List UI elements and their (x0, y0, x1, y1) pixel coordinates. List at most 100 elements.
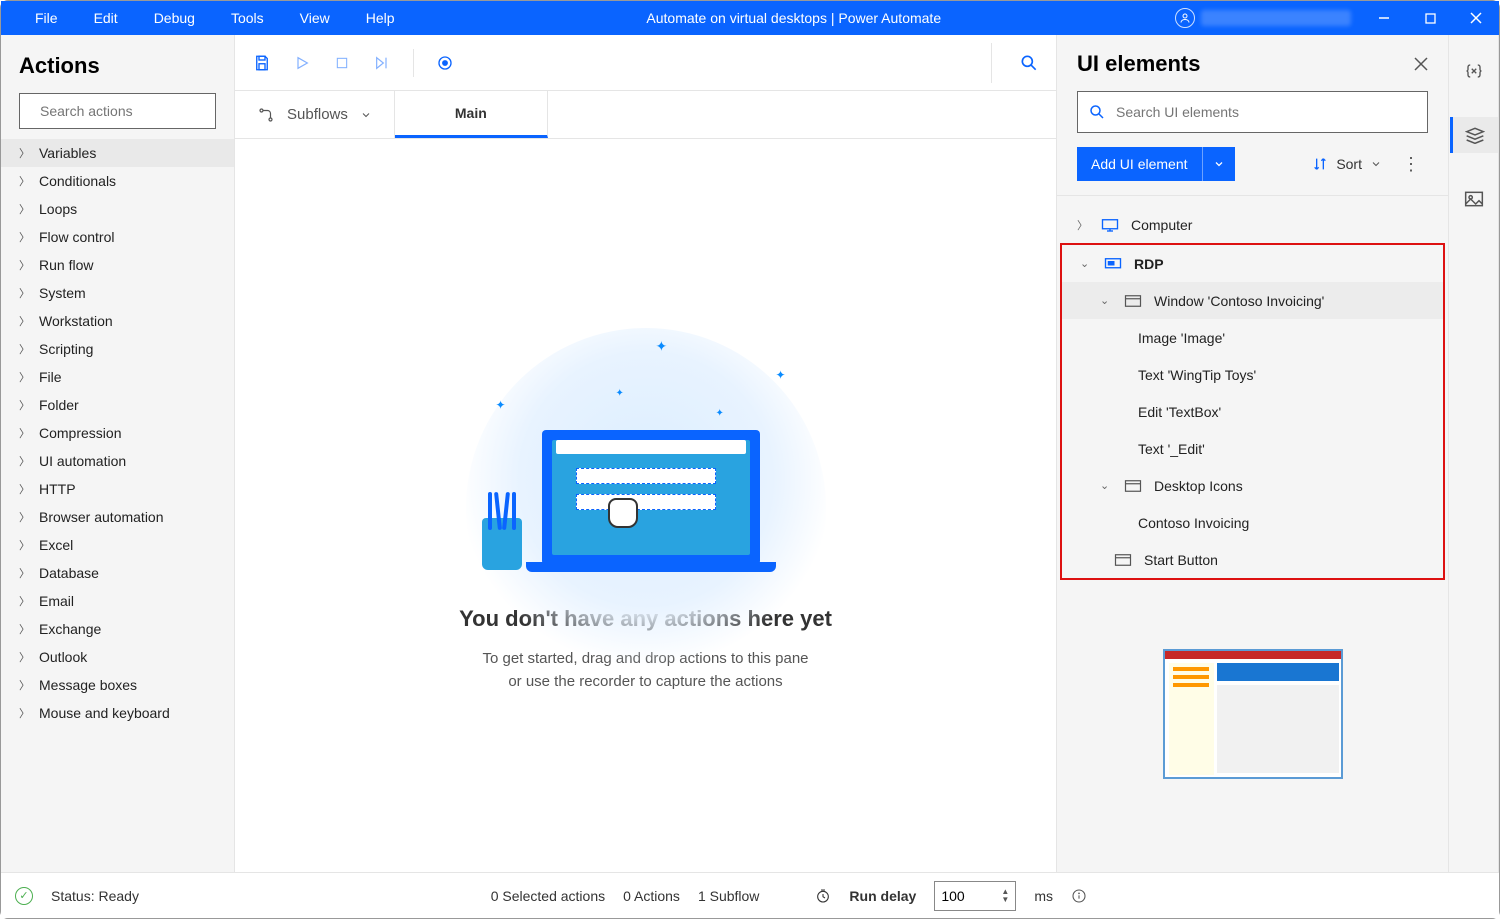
tree-label: Start Button (1144, 552, 1218, 568)
info-icon[interactable] (1071, 888, 1087, 904)
window-icon (1124, 294, 1142, 308)
menu-file[interactable]: File (17, 2, 76, 34)
user-block[interactable] (1175, 8, 1361, 28)
cat-conditionals[interactable]: 〉Conditionals (1, 167, 234, 195)
run-button[interactable] (287, 48, 317, 78)
menu-help[interactable]: Help (348, 2, 413, 34)
cat-label: Excel (39, 537, 73, 553)
tree-label: Desktop Icons (1154, 478, 1243, 494)
spinner[interactable]: ▲▼ (1001, 888, 1009, 904)
designer-area: Subflows Main ✦ ✦ ✦ ✦ ✦ You don't ha (235, 35, 1057, 872)
cat-message-boxes[interactable]: 〉Message boxes (1, 671, 234, 699)
cat-folder[interactable]: 〉Folder (1, 391, 234, 419)
cat-system[interactable]: 〉System (1, 279, 234, 307)
cat-email[interactable]: 〉Email (1, 587, 234, 615)
cat-http[interactable]: 〉HTTP (1, 475, 234, 503)
subflows-dropdown[interactable]: Subflows (235, 91, 395, 138)
actions-list[interactable]: 〉 Variables 〉Conditionals 〉 Loops 〉Flow co… (1, 139, 234, 872)
maximize-button[interactable] (1407, 1, 1453, 35)
cat-workstation[interactable]: 〉Workstation (1, 307, 234, 335)
window-icon (1114, 553, 1132, 567)
cat-outlook[interactable]: 〉Outlook (1, 643, 234, 671)
monitor-icon (1101, 218, 1119, 232)
actions-search[interactable] (19, 93, 216, 129)
status-subflows: 1 Subflow (698, 888, 759, 904)
cat-excel[interactable]: 〉Excel (1, 531, 234, 559)
window-icon (1124, 479, 1142, 493)
stop-button[interactable] (327, 48, 357, 78)
menu-view[interactable]: View (282, 2, 348, 34)
close-button[interactable] (1453, 1, 1499, 35)
highlighted-group: ⌄ RDP ⌄ Window 'Contoso Invoicing' Image… (1060, 243, 1445, 580)
variables-pane-button[interactable] (1450, 53, 1498, 89)
tree-window[interactable]: ⌄ Window 'Contoso Invoicing' (1062, 282, 1443, 319)
actions-search-input[interactable] (40, 103, 221, 119)
cat-label: UI automation (39, 453, 126, 469)
status-actions: 0 Actions (623, 888, 680, 904)
chevron-down-icon (1213, 158, 1225, 170)
add-ui-element-button[interactable]: Add UI element (1077, 147, 1235, 181)
step-button[interactable] (367, 48, 397, 78)
tree-label: RDP (1134, 256, 1164, 272)
ui-elements-search-input[interactable] (1116, 104, 1417, 120)
status-selected: 0 Selected actions (491, 888, 605, 904)
tab-main[interactable]: Main (395, 91, 548, 138)
chevron-right-icon: 〉 (19, 341, 29, 357)
tree-desktop-icons[interactable]: ⌄ Desktop Icons (1062, 467, 1443, 504)
ui-elements-search[interactable] (1077, 91, 1428, 133)
cat-exchange[interactable]: 〉Exchange (1, 615, 234, 643)
save-button[interactable] (247, 48, 277, 78)
ui-elements-pane-button[interactable] (1450, 117, 1498, 153)
minimize-button[interactable] (1361, 1, 1407, 35)
menu-edit[interactable]: Edit (76, 2, 136, 34)
cat-flow-control[interactable]: 〉Flow control (1, 223, 234, 251)
cat-label: Loops (39, 201, 77, 217)
tree-item[interactable]: Contoso Invoicing (1062, 504, 1443, 541)
ui-tree: 〉 Computer ⌄ RDP ⌄ Window 'Contoso Invoi… (1057, 195, 1448, 580)
actions-heading: Actions (1, 35, 234, 93)
chevron-right-icon: 〉 (19, 201, 29, 217)
record-button[interactable] (430, 48, 460, 78)
cat-browser-automation[interactable]: 〉Browser automation (1, 503, 234, 531)
cat-loops[interactable]: 〉 Loops (1, 195, 234, 223)
tree-computer[interactable]: 〉 Computer (1057, 206, 1448, 243)
chevron-right-icon: 〉 (19, 705, 29, 721)
tree-rdp[interactable]: ⌄ RDP (1062, 245, 1443, 282)
cat-label: Variables (39, 145, 96, 161)
tree-item[interactable]: Image 'Image' (1062, 319, 1443, 356)
cat-label: System (39, 285, 86, 301)
tree-item[interactable]: Text '_Edit' (1062, 430, 1443, 467)
cat-compression[interactable]: 〉Compression (1, 419, 234, 447)
tree-label: Window 'Contoso Invoicing' (1154, 293, 1324, 309)
cat-ui-automation[interactable]: 〉UI automation (1, 447, 234, 475)
cat-label: Mouse and keyboard (39, 705, 170, 721)
cat-scripting[interactable]: 〉Scripting (1, 335, 234, 363)
add-dropdown[interactable] (1202, 147, 1235, 181)
tree-label: Text '_Edit' (1138, 441, 1205, 457)
run-delay-input[interactable]: ▲▼ (934, 881, 1016, 911)
cat-run-flow[interactable]: 〉Run flow (1, 251, 234, 279)
ui-elements-heading: UI elements (1077, 51, 1414, 77)
tree-item[interactable]: Text 'WingTip Toys' (1062, 356, 1443, 393)
chevron-right-icon: 〉 (19, 145, 29, 161)
titlebar: File Edit Debug Tools View Help Automate… (1, 1, 1499, 35)
sort-button[interactable]: Sort (1312, 156, 1382, 172)
cat-file[interactable]: 〉File (1, 363, 234, 391)
tab-bar: Subflows Main (235, 91, 1056, 139)
flow-canvas[interactable]: ✦ ✦ ✦ ✦ ✦ You don't have any actions her… (235, 139, 1056, 872)
search-flow-button[interactable] (1014, 48, 1044, 78)
images-pane-button[interactable] (1450, 181, 1498, 217)
menu-debug[interactable]: Debug (136, 2, 213, 34)
close-panel-button[interactable] (1414, 57, 1428, 71)
more-button[interactable]: ⋮ (1394, 154, 1428, 175)
cat-variables[interactable]: 〉 Variables (1, 139, 234, 167)
menu-tools[interactable]: Tools (213, 2, 282, 34)
tree-label: Contoso Invoicing (1138, 515, 1249, 531)
tree-item[interactable]: Edit 'TextBox' (1062, 393, 1443, 430)
cat-database[interactable]: 〉Database (1, 559, 234, 587)
chevron-down-icon (360, 109, 372, 121)
cat-label: Workstation (39, 313, 113, 329)
tree-start-button[interactable]: Start Button (1062, 541, 1443, 578)
cat-mouse-keyboard[interactable]: 〉 Mouse and keyboard (1, 699, 234, 727)
delay-value[interactable] (941, 888, 987, 904)
